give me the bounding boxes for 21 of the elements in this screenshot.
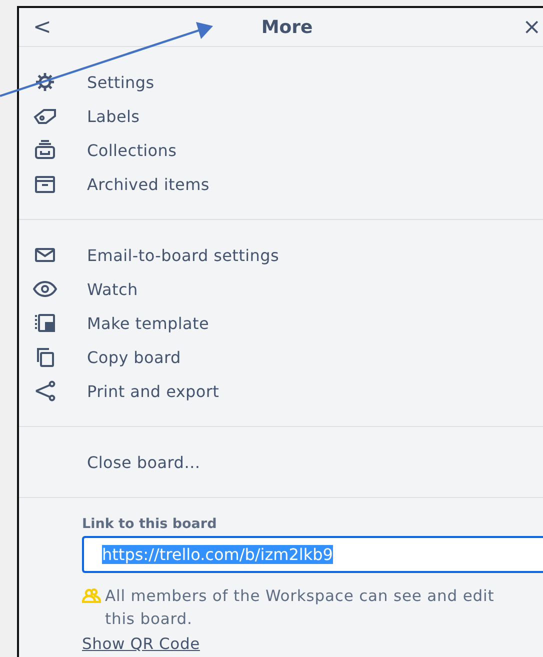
template-icon [33, 311, 57, 335]
settings-icon [33, 70, 57, 94]
field-label: Link to this board [82, 516, 218, 532]
menu-item[interactable]: Collections [87, 140, 177, 160]
menu-item[interactable]: Print and export [87, 382, 220, 400]
menu-item[interactable]: Close board… [87, 452, 200, 472]
members-icon [82, 588, 101, 603]
menu-item[interactable]: Labels [87, 106, 140, 126]
menu-item[interactable]: Settings [87, 72, 154, 92]
share-icon [33, 379, 57, 403]
back-button[interactable]: < [29, 14, 56, 40]
visibility-note: All members of the Workspace can see and edit this board. [105, 586, 496, 630]
menu-item[interactable]: Make template [87, 314, 210, 332]
show-qr-code-link[interactable]: Show QR Code [82, 635, 200, 653]
menu-item[interactable]: Archived items [87, 174, 210, 194]
menu-item[interactable]: Copy board [87, 348, 181, 366]
panel-title: More [261, 16, 313, 38]
menu-item[interactable]: Watch [87, 280, 138, 298]
stack-icon [33, 138, 57, 162]
menu-item[interactable]: Email-to-board settings [87, 246, 279, 264]
close-button[interactable]: × [518, 14, 543, 40]
